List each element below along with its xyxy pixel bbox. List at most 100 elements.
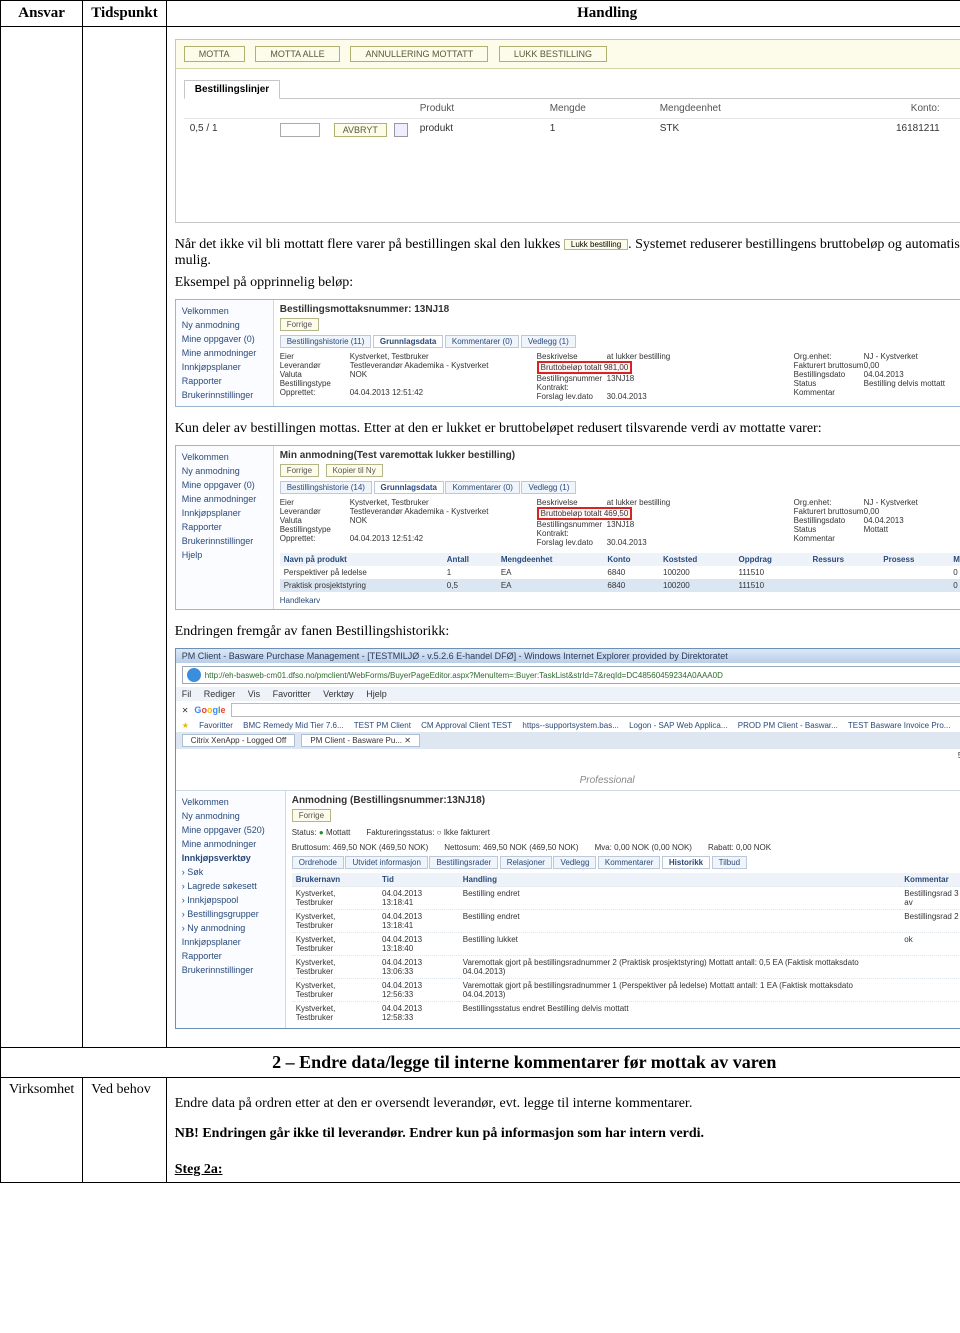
favorites-label[interactable]: Favoritter	[199, 721, 233, 730]
sidebar-item[interactable]: Hjelp	[180, 548, 269, 562]
sidebar-subitem[interactable]: › Bestillingsgrupper	[180, 907, 281, 921]
browser-tab[interactable]: Citrix XenApp - Logged Off	[182, 734, 295, 747]
tab-historie[interactable]: Bestillingshistorie (14)	[280, 481, 372, 494]
sidebar-item[interactable]: Rapporter	[180, 374, 269, 388]
paragraph-nb: NB! Endringen går ikke til leverandør. E…	[175, 1126, 960, 1142]
kopier-button[interactable]: Kopier til Ny	[326, 464, 383, 477]
handlekarv-link[interactable]: Handlekarv	[280, 596, 320, 605]
sidebar-item[interactable]: Innkjøpsplaner	[180, 360, 269, 374]
tab-vedlegg[interactable]: Vedlegg (1)	[521, 335, 576, 348]
google-toolbar-label: Google	[194, 705, 225, 715]
tab-bestrader[interactable]: Bestillingsrader	[429, 856, 498, 869]
sidebar-item[interactable]: Velkommen	[180, 450, 269, 464]
sidebar-item[interactable]: Mine anmodninger	[180, 346, 269, 360]
professional-banner: Professional	[176, 771, 960, 791]
tab-grunnlagsdata[interactable]: Grunnlagsdata	[374, 481, 444, 494]
menu-vis[interactable]: Vis	[248, 689, 260, 699]
tab-vedlegg[interactable]: Vedlegg (1)	[521, 481, 576, 494]
sidebar-item[interactable]: Velkommen	[180, 304, 269, 318]
screenshot-bestillingslinjer: MOTTA MOTTA ALLE ANNULLERING MOTTATT LUK…	[175, 39, 960, 223]
sidebar-item[interactable]: Rapporter	[180, 949, 281, 963]
sidebar-item[interactable]: Brukerinnstillinger	[180, 534, 269, 548]
table-row: Kystverket, Testbruker04.04.2013 13:18:4…	[292, 933, 960, 956]
sidebar-item[interactable]: Innkjøpsverktøy	[180, 851, 281, 865]
lukk-bestilling-button[interactable]: LUKK BESTILLING	[499, 46, 607, 62]
fav-link[interactable]: CM Approval Client TEST	[421, 721, 512, 730]
sidebar-item[interactable]: Innkjøpsplaner	[180, 935, 281, 949]
motta-alle-button[interactable]: MOTTA ALLE	[255, 46, 339, 62]
paragraph-redusert: Kun deler av bestillingen mottas. Etter …	[175, 421, 960, 437]
forrige-button[interactable]: Forrige	[280, 464, 319, 477]
tab-utvidet[interactable]: Utvidet informasjon	[345, 856, 427, 869]
window-title: PM Client - Basware Purchase Management …	[176, 649, 960, 663]
browser-tab[interactable]: PM Client - Basware Pu... ✕	[301, 734, 420, 747]
sidebar-item[interactable]: Brukerinnstillinger	[180, 388, 269, 402]
avbryt-button[interactable]: AVBRYT	[334, 123, 387, 137]
tab-historie[interactable]: Bestillingshistorie (11)	[280, 335, 372, 348]
col-konto: Konto:	[840, 103, 940, 114]
sidebar-item[interactable]: Mine anmodninger	[180, 492, 269, 506]
sidebar-subitem[interactable]: › Innkjøpspool	[180, 893, 281, 907]
tab-grunnlagsdata[interactable]: Grunnlagsdata	[373, 335, 443, 348]
fav-link[interactable]: TEST Basware Invoice Pro...	[848, 721, 951, 730]
tab-kommentarer[interactable]: Kommentarer (0)	[445, 481, 519, 494]
sidebar-item[interactable]: Ny anmodning	[180, 464, 269, 478]
back-icon[interactable]	[187, 668, 201, 682]
fav-link[interactable]: https--supportsystem.bas...	[522, 721, 618, 730]
table-row: Praktisk prosjektstyring0,5EA68401002001…	[280, 579, 960, 592]
favorites-icon[interactable]: ★	[182, 721, 189, 730]
screenshot-ie-historikk: PM Client - Basware Purchase Management …	[175, 648, 960, 1029]
tab-kommentarer[interactable]: Kommentarer	[598, 856, 660, 869]
tab-historikk[interactable]: Historikk	[662, 856, 710, 869]
fav-link[interactable]: BMC Remedy Mid Tier 7.6...	[243, 721, 343, 730]
sidebar-item[interactable]: Mine oppgaver (0)	[180, 478, 269, 492]
forrige-button[interactable]: Forrige	[292, 809, 331, 822]
fav-link[interactable]: Logon - SAP Web Applica...	[629, 721, 727, 730]
sidebar-subitem[interactable]: › Søk	[180, 865, 281, 879]
tab-tilbud[interactable]: Tilbud	[712, 856, 748, 869]
address-bar[interactable]: http://eh-basweb-cm01.dfso.no/pmclient/W…	[182, 666, 960, 684]
menu-rediger[interactable]: Rediger	[204, 689, 236, 699]
forrige-button[interactable]: Forrige	[280, 318, 319, 331]
sidebar-item[interactable]: Mine oppgaver (0)	[180, 332, 269, 346]
sidebar-item[interactable]: Innkjøpsplaner	[180, 506, 269, 520]
sidebar-item[interactable]: Velkommen	[180, 795, 281, 809]
menu-hjelp[interactable]: Hjelp	[366, 689, 387, 699]
lookup-icon[interactable]	[394, 123, 408, 137]
section-heading-2: 2 – Endre data/legge til interne komment…	[1, 1048, 960, 1078]
document-table: Ansvar Tidspunkt Handling MOTTA MOTTA AL…	[0, 0, 960, 1183]
sidebar-item[interactable]: Mine oppgaver (520)	[180, 823, 281, 837]
tab-ordrehode[interactable]: Ordrehode	[292, 856, 344, 869]
col-header-tidspunkt: Tidspunkt	[83, 1, 166, 27]
sidebar-item[interactable]: Brukerinnstillinger	[180, 963, 281, 977]
menu-favoritter[interactable]: Favoritter	[273, 689, 311, 699]
motta-button[interactable]: MOTTA	[184, 46, 245, 62]
tab-kommentarer[interactable]: Kommentarer (0)	[445, 335, 519, 348]
sidebar: Velkommen Ny anmodning Mine oppgaver (52…	[176, 791, 286, 1028]
sidebar-item[interactable]: Mine anmodninger	[180, 837, 281, 851]
user-context: 5.568 - Karlstad, Iren NJ - Kystverket	[176, 749, 960, 771]
steg-2a-heading: Steg 2a:	[175, 1162, 960, 1178]
fav-link[interactable]: TEST PM Client	[354, 721, 411, 730]
sidebar-item[interactable]: Ny anmodning	[180, 318, 269, 332]
browser-menu: Fil Rediger Vis Favoritter Verktøy Hjelp	[176, 687, 960, 701]
sidebar-item[interactable]: Rapporter	[180, 520, 269, 534]
fav-link[interactable]: PROD PM Client - Baswar...	[738, 721, 838, 730]
cell-produkt: produkt	[420, 123, 550, 140]
screenshot-mottak-redusert: Velkommen Ny anmodning Mine oppgaver (0)…	[175, 445, 960, 610]
google-search-input[interactable]	[231, 703, 960, 717]
tab-vedlegg[interactable]: Vedlegg	[553, 856, 596, 869]
tab-bestillingslinjer[interactable]: Bestillingslinjer	[184, 80, 280, 99]
sidebar-item[interactable]: Ny anmodning	[180, 809, 281, 823]
annullering-mottatt-button[interactable]: ANNULLERING MOTTATT	[350, 46, 488, 62]
cell-mengde: 1	[550, 123, 660, 140]
tab-relasjoner[interactable]: Relasjoner	[500, 856, 552, 869]
sidebar-subitem[interactable]: › Lagrede søkesett	[180, 879, 281, 893]
paragraph-eksempel: Eksempel på opprinnelig beløp:	[175, 275, 960, 291]
lukk-bestilling-inline-button[interactable]: Lukk bestilling	[564, 239, 628, 250]
qty-input[interactable]	[280, 123, 320, 137]
menu-verktoy[interactable]: Verktøy	[323, 689, 354, 699]
paragraph-historikk: Endringen fremgår av fanen Bestillingshi…	[175, 624, 960, 640]
sidebar-subitem[interactable]: › Ny anmodning	[180, 921, 281, 935]
menu-fil[interactable]: Fil	[182, 689, 192, 699]
